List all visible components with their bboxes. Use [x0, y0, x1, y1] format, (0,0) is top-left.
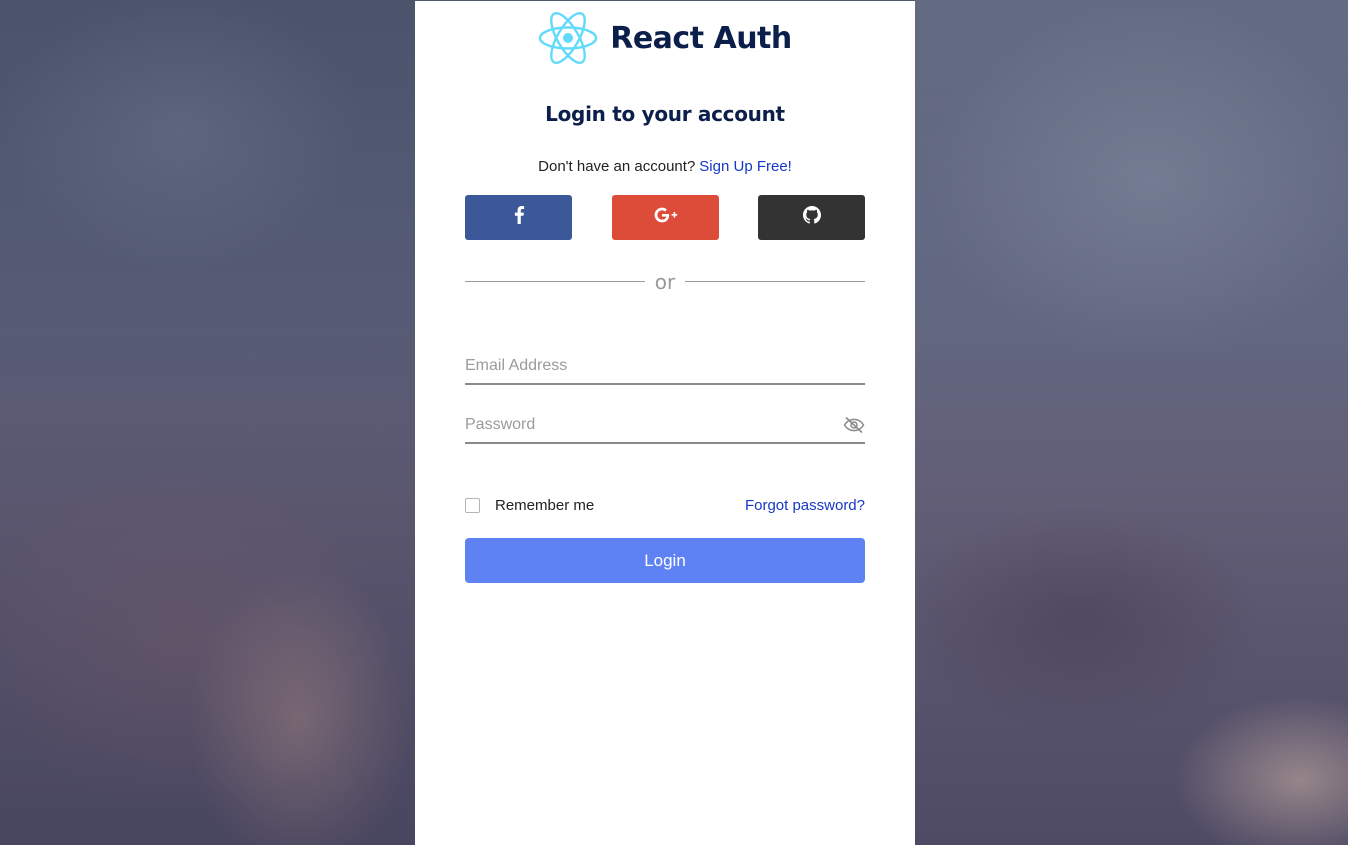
eye-slash-icon[interactable]	[843, 416, 865, 434]
password-field	[465, 404, 865, 444]
facebook-login-button[interactable]	[465, 195, 572, 240]
background-image-right	[915, 0, 1348, 845]
password-input[interactable]	[465, 416, 825, 434]
page-title: Login to your account	[545, 102, 785, 126]
remember-me-label: Remember me	[495, 497, 595, 514]
remember-me-checkbox[interactable]	[465, 498, 480, 513]
react-atom-icon	[538, 10, 598, 66]
facebook-icon	[513, 206, 525, 229]
github-login-button[interactable]	[758, 195, 865, 240]
github-icon	[802, 206, 821, 229]
signup-prompt-text: Don't have an account?	[538, 158, 696, 175]
signup-prompt-line: Don't have an account? Sign Up Free!	[415, 158, 915, 175]
email-input[interactable]	[465, 357, 825, 375]
email-field	[465, 345, 865, 385]
google-plus-login-button[interactable]	[612, 195, 719, 240]
divider-line-right	[685, 280, 865, 282]
background-image-left	[0, 0, 415, 845]
brand-header: React Auth	[415, 10, 915, 66]
brand-title: React Auth	[610, 20, 792, 56]
or-divider: or	[465, 267, 865, 295]
divider-text: or	[654, 270, 676, 294]
social-login-group	[465, 195, 865, 240]
remember-me-toggle[interactable]: Remember me	[465, 497, 594, 514]
google-plus-icon	[654, 207, 678, 228]
login-button[interactable]: Login	[465, 538, 865, 583]
login-panel: React Auth Login to your account Don't h…	[415, 1, 915, 845]
forgot-password-link[interactable]: Forgot password?	[745, 497, 865, 514]
divider-line-left	[465, 280, 645, 282]
signup-link[interactable]: Sign Up Free!	[699, 158, 792, 175]
